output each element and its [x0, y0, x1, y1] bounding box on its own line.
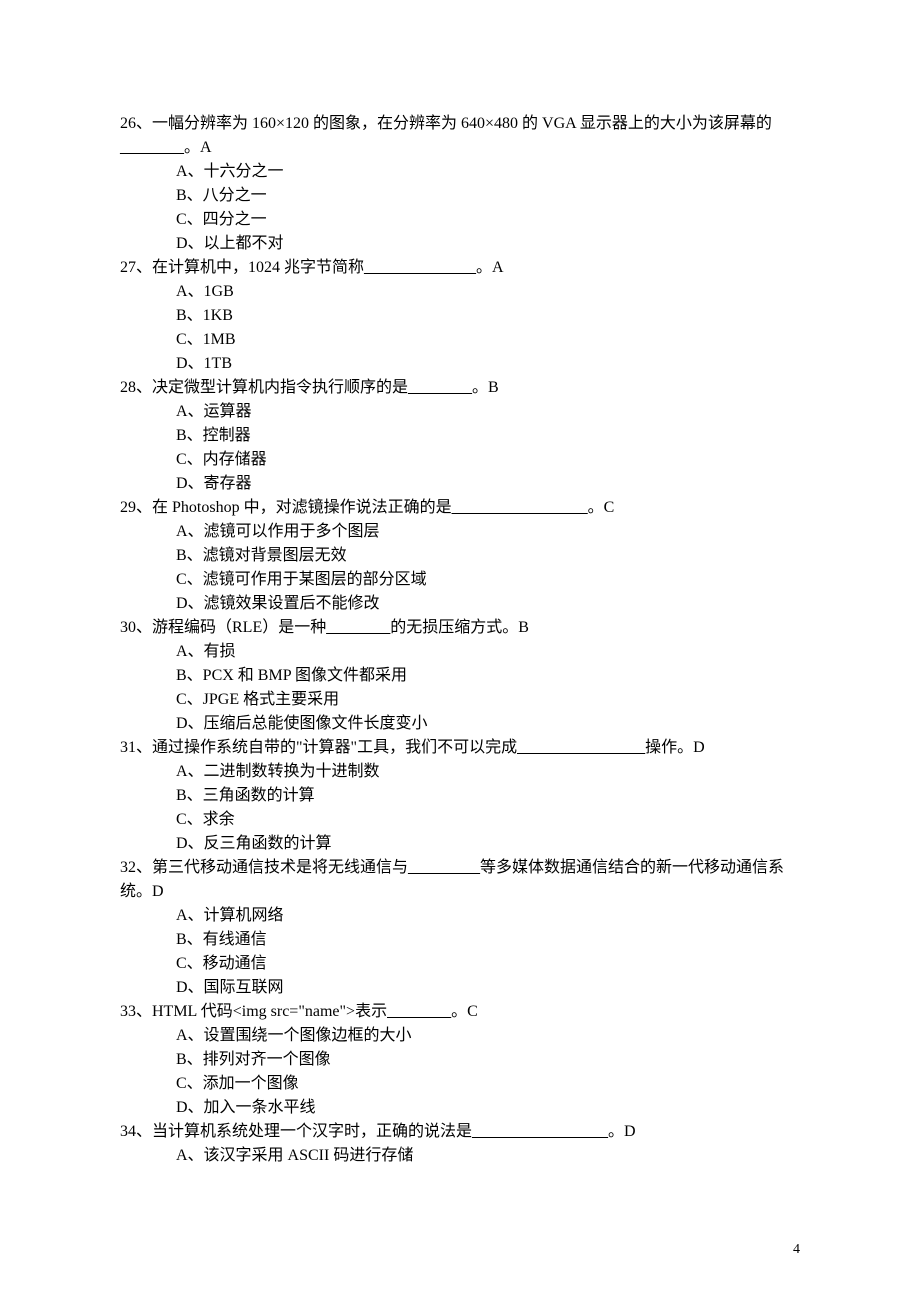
answer-key: B [518, 619, 529, 636]
document-page: 26、一幅分辨率为 160×120 的图象，在分辨率为 640×480 的 VG… [0, 0, 920, 1302]
question-26-option: A、十六分之一 [120, 160, 800, 184]
question-33-option: C、添加一个图像 [120, 1072, 800, 1096]
question-list: 26、一幅分辨率为 160×120 的图象，在分辨率为 640×480 的 VG… [120, 112, 800, 1168]
blank: ________ [326, 619, 390, 636]
answer-key: D [693, 739, 705, 756]
question-29-option: D、滤镜效果设置后不能修改 [120, 592, 800, 616]
answer-key: C [467, 1003, 478, 1020]
question-stem-pre: 、游程编码（RLE）是一种 [136, 619, 326, 636]
answer-key: A [200, 139, 212, 156]
question-stem-post: 。 [476, 259, 492, 276]
question-33-option: B、排列对齐一个图像 [120, 1048, 800, 1072]
question-stem-pre: 、当计算机系统处理一个汉字时，正确的说法是 [136, 1123, 472, 1140]
question-stem-post: 。 [588, 499, 604, 516]
question-28-option: A、运算器 [120, 400, 800, 424]
question-stem-pre: 、决定微型计算机内指令执行顺序的是 [136, 379, 408, 396]
question-number: 26 [120, 115, 136, 132]
question-32-stem: 32、第三代移动通信技术是将无线通信与_________等多媒体数据通信结合的新… [120, 856, 800, 904]
question-stem-pre: 、通过操作系统自带的"计算器"工具，我们不可以完成 [136, 739, 517, 756]
blank: ________________ [517, 739, 645, 756]
question-stem-post: 。 [184, 139, 200, 156]
answer-key: A [492, 259, 504, 276]
question-29-option: C、滤镜可作用于某图层的部分区域 [120, 568, 800, 592]
question-stem-post: 的无损压缩方式。 [390, 619, 518, 636]
question-27-option: A、1GB [120, 280, 800, 304]
question-number: 30 [120, 619, 136, 636]
question-27-option: B、1KB [120, 304, 800, 328]
question-33-option: A、设置围绕一个图像边框的大小 [120, 1024, 800, 1048]
question-32-option: D、国际互联网 [120, 976, 800, 1000]
question-31-option: A、二进制数转换为十进制数 [120, 760, 800, 784]
question-33-stem: 33、HTML 代码<img src="name">表示________。C [120, 1000, 800, 1024]
question-number: 29 [120, 499, 136, 516]
question-31-option: D、反三角函数的计算 [120, 832, 800, 856]
question-number: 33 [120, 1003, 136, 1020]
blank: _________ [408, 859, 480, 876]
answer-key: D [624, 1123, 636, 1140]
question-number: 32 [120, 859, 136, 876]
question-number: 34 [120, 1123, 136, 1140]
question-28-stem: 28、决定微型计算机内指令执行顺序的是________。B [120, 376, 800, 400]
question-30-option: A、有损 [120, 640, 800, 664]
question-stem-pre: 、HTML 代码<img src="name">表示 [136, 1003, 387, 1020]
question-27-option: D、1TB [120, 352, 800, 376]
question-stem-post: 。 [451, 1003, 467, 1020]
question-stem-pre: 、在计算机中，1024 兆字节简称 [136, 259, 364, 276]
question-27-stem: 27、在计算机中，1024 兆字节简称______________。A [120, 256, 800, 280]
question-stem-pre: 、在 Photoshop 中，对滤镜操作说法正确的是 [136, 499, 452, 516]
question-28-option: D、寄存器 [120, 472, 800, 496]
blank: ________ [120, 139, 184, 156]
question-number: 27 [120, 259, 136, 276]
question-28-option: B、控制器 [120, 424, 800, 448]
question-26-option: B、八分之一 [120, 184, 800, 208]
question-26-stem: 26、一幅分辨率为 160×120 的图象，在分辨率为 640×480 的 VG… [120, 112, 800, 160]
question-32-option: C、移动通信 [120, 952, 800, 976]
blank: ________ [408, 379, 472, 396]
question-29-stem: 29、在 Photoshop 中，对滤镜操作说法正确的是____________… [120, 496, 800, 520]
question-stem-pre: 、一幅分辨率为 160×120 的图象，在分辨率为 640×480 的 VGA … [136, 115, 772, 132]
question-31-option: C、求余 [120, 808, 800, 832]
question-33-option: D、加入一条水平线 [120, 1096, 800, 1120]
question-stem-post: 。 [472, 379, 488, 396]
question-31-option: B、三角函数的计算 [120, 784, 800, 808]
question-26-option: C、四分之一 [120, 208, 800, 232]
question-28-option: C、内存储器 [120, 448, 800, 472]
blank: _________________ [452, 499, 588, 516]
page-number: 4 [793, 1239, 800, 1260]
answer-key: C [604, 499, 615, 516]
question-34-option: A、该汉字采用 ASCII 码进行存储 [120, 1144, 800, 1168]
question-stem-pre: 、第三代移动通信技术是将无线通信与 [136, 859, 408, 876]
question-31-stem: 31、通过操作系统自带的"计算器"工具，我们不可以完成_____________… [120, 736, 800, 760]
answer-key: B [488, 379, 499, 396]
question-32-option: B、有线通信 [120, 928, 800, 952]
question-34-stem: 34、当计算机系统处理一个汉字时，正确的说法是_________________… [120, 1120, 800, 1144]
blank: ________ [387, 1003, 451, 1020]
blank: ______________ [364, 259, 476, 276]
question-30-stem: 30、游程编码（RLE）是一种________的无损压缩方式。B [120, 616, 800, 640]
question-stem-post: 。 [608, 1123, 624, 1140]
question-30-option: D、压缩后总能使图像文件长度变小 [120, 712, 800, 736]
question-32-option: A、计算机网络 [120, 904, 800, 928]
question-29-option: B、滤镜对背景图层无效 [120, 544, 800, 568]
blank: _________________ [472, 1123, 608, 1140]
question-number: 31 [120, 739, 136, 756]
question-30-option: B、PCX 和 BMP 图像文件都采用 [120, 664, 800, 688]
question-stem-post: 操作。 [645, 739, 693, 756]
question-number: 28 [120, 379, 136, 396]
question-30-option: C、JPGE 格式主要采用 [120, 688, 800, 712]
question-27-option: C、1MB [120, 328, 800, 352]
question-26-option: D、以上都不对 [120, 232, 800, 256]
question-29-option: A、滤镜可以作用于多个图层 [120, 520, 800, 544]
answer-key: D [152, 883, 164, 900]
